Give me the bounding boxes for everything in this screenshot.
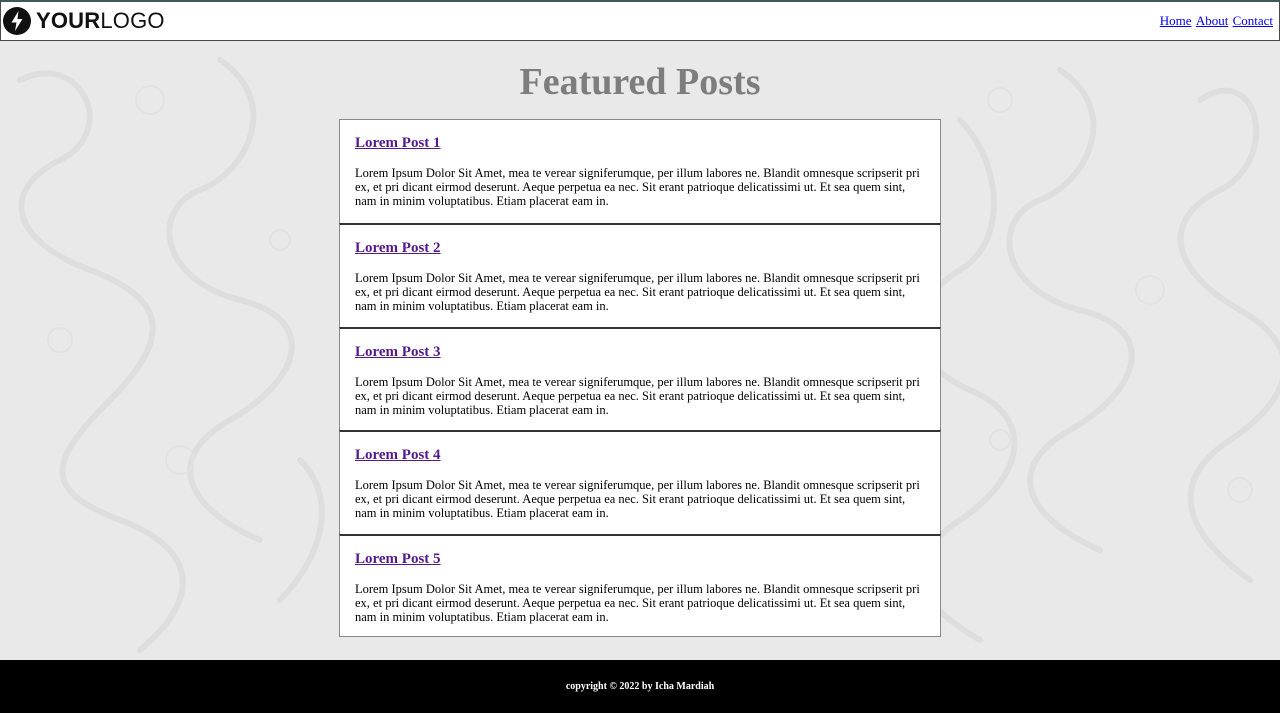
post-excerpt: Lorem Ipsum Dolor Sit Amet, mea te verea… [355,581,920,624]
site-logo[interactable]: YOURLOGO [2,5,165,37]
post-card: Lorem Post 2 Lorem Ipsum Dolor Sit Amet,… [339,223,941,327]
post-list: Lorem Post 1 Lorem Ipsum Dolor Sit Amet,… [339,119,941,637]
post-title-link[interactable]: Lorem Post 3 [355,344,441,361]
post-title-link[interactable]: Lorem Post 5 [355,551,441,568]
post-excerpt: Lorem Ipsum Dolor Sit Amet, mea te verea… [355,271,920,313]
post-excerpt: Lorem Ipsum Dolor Sit Amet, mea te verea… [355,478,920,520]
page-title: Featured Posts [519,61,761,103]
lightning-bolt-icon [3,7,31,35]
logo-text-regular: LOGO [100,8,165,33]
post-title-link[interactable]: Lorem Post 1 [355,135,441,152]
post-excerpt: Lorem Ipsum Dolor Sit Amet, mea te verea… [355,374,920,417]
top-nav: Home About Contact [1159,13,1273,29]
site-header: YOURLOGO Home About Contact [0,0,1280,41]
nav-link-about[interactable]: About [1196,13,1229,28]
logo-text-bold: YOUR [36,8,101,33]
post-excerpt: Lorem Ipsum Dolor Sit Amet, mea te verea… [355,166,920,208]
post-card: Lorem Post 1 Lorem Ipsum Dolor Sit Amet,… [339,119,941,223]
post-title-link[interactable]: Lorem Post 2 [355,240,441,257]
nav-link-home[interactable]: Home [1160,13,1192,28]
post-title-link[interactable]: Lorem Post 4 [355,447,441,464]
post-card: Lorem Post 4 Lorem Ipsum Dolor Sit Amet,… [339,430,941,534]
footer-copyright: copyright © 2022 by Icha Mardiah [565,681,715,692]
post-card: Lorem Post 3 Lorem Ipsum Dolor Sit Amet,… [339,326,941,430]
site-footer: copyright © 2022 by Icha Mardiah [0,660,1280,713]
logo-text: YOURLOGO [36,8,165,34]
nav-link-contact[interactable]: Contact [1233,13,1273,28]
post-card: Lorem Post 5 Lorem Ipsum Dolor Sit Amet,… [339,533,941,637]
